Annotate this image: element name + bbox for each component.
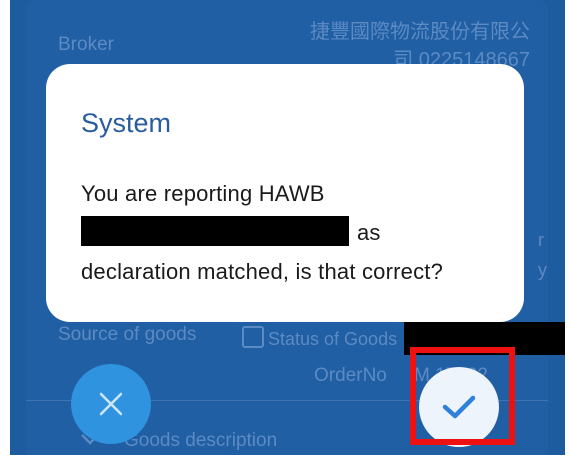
dialog-message-line2: as [81,213,443,252]
side-text: r y [538,225,547,285]
source-of-goods-label: Source of goods [58,324,197,345]
dialog-message: You are reporting HAWB as declaration ma… [81,174,443,291]
dialog-message-line1: You are reporting HAWB [81,181,325,206]
dialog-message-as: as [357,220,381,245]
status-icon [242,326,264,348]
status-of-goods-label: Status of Goods [268,329,398,349]
broker-value-line1: 捷豐國際物流股份有限公 [310,21,530,43]
redacted-hawb [81,216,349,246]
broker-label: Broker [58,34,114,55]
cancel-button[interactable] [71,364,151,444]
order-no-label: OrderNo [314,365,387,386]
dialog-title: System [81,108,172,138]
close-icon [99,392,123,416]
side-text-line1: r [538,230,544,250]
system-dialog: System You are reporting HAWB as declara… [46,64,524,322]
dialog-message-line3: declaration matched, is that correct? [81,259,444,284]
side-text-line2: y [538,260,547,280]
highlight-box [410,347,515,445]
status-of-goods: Status of Goods [242,326,397,350]
goods-description-label: Goods description [124,430,278,451]
